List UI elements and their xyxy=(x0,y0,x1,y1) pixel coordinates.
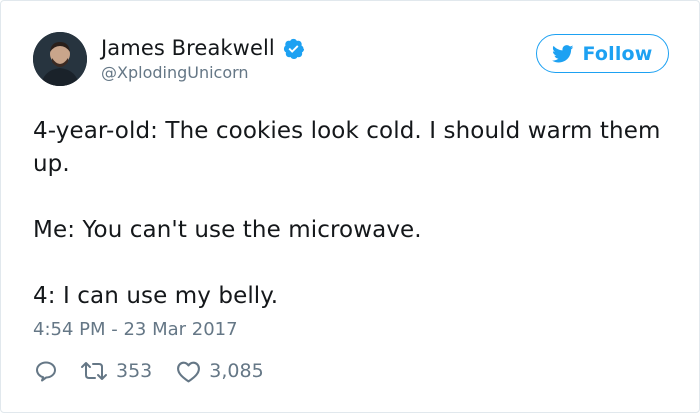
tweet-card: James Breakwell @XplodingUnicorn Follow … xyxy=(0,0,700,413)
tweet-line: 4-year-old: The cookies look cold. I sho… xyxy=(33,118,661,177)
like-count: 3,085 xyxy=(209,360,264,382)
user-name-row: James Breakwell xyxy=(101,34,305,62)
tweet-text: 4-year-old: The cookies look cold. I sho… xyxy=(33,115,673,313)
heart-icon xyxy=(177,361,201,382)
avatar-image xyxy=(33,32,87,86)
tweet-line: Me: You can't use the microwave. xyxy=(33,217,422,243)
avatar[interactable] xyxy=(33,32,87,86)
verified-badge-icon xyxy=(282,37,305,60)
retweet-count: 353 xyxy=(116,360,153,382)
follow-button-label: Follow xyxy=(582,42,653,65)
user-handle[interactable]: @XplodingUnicorn xyxy=(101,63,249,82)
follow-button[interactable]: Follow xyxy=(536,34,669,73)
like-button[interactable]: 3,085 xyxy=(176,360,264,383)
tweet-timestamp[interactable]: 4:54 PM - 23 Mar 2017 xyxy=(33,319,238,340)
retweet-button[interactable]: 353 xyxy=(80,360,152,382)
display-name[interactable]: James Breakwell xyxy=(101,36,275,60)
tweet-line: 4: I can use my belly. xyxy=(33,283,279,309)
twitter-bird-icon xyxy=(552,44,574,62)
retweet-icon xyxy=(81,362,107,380)
reply-button[interactable] xyxy=(34,359,58,383)
reply-icon xyxy=(36,361,56,382)
tweet-actions: 353 3,085 xyxy=(34,357,264,385)
